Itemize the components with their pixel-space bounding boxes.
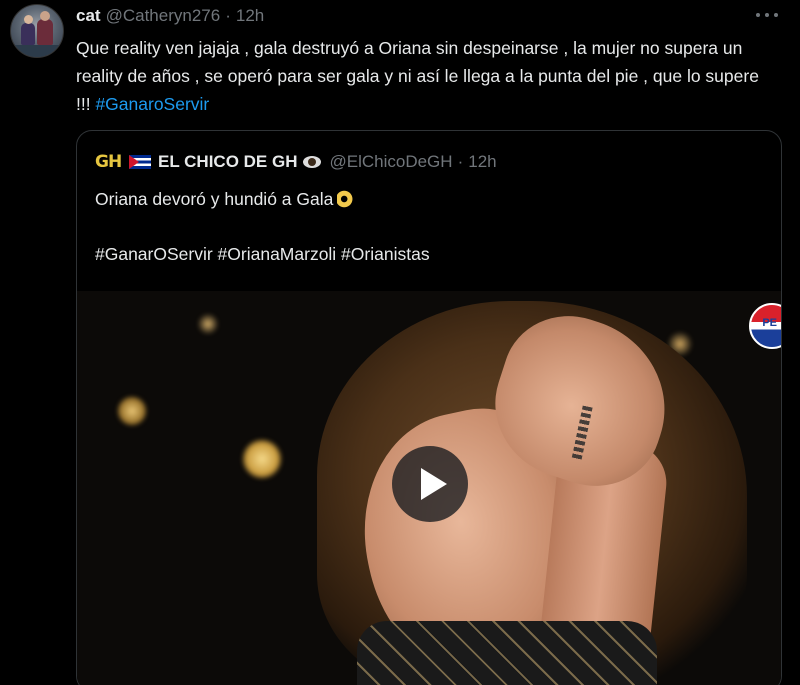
play-icon[interactable] (392, 446, 468, 522)
tweet-text: Que reality ven jajaja , gala destruyó a… (76, 34, 776, 118)
more-options-icon[interactable] (756, 6, 778, 24)
quoted-tweet-header: GH EL CHICO DE GH @ElChicoDeGH · 12h (95, 149, 497, 175)
sponsor-label: PE (762, 317, 777, 329)
quoted-tweet-text: Oriana devoró y hundió a Gala (95, 186, 356, 212)
quoted-tweet[interactable]: GH EL CHICO DE GH @ElChicoDeGH · 12h Ori… (76, 130, 782, 685)
separator-dot: · (457, 152, 464, 171)
eye-icon (303, 156, 322, 168)
quoted-author-handle[interactable]: @ElChicoDeGH (329, 152, 452, 172)
author-name[interactable]: cat (76, 6, 101, 26)
avatar[interactable] (10, 4, 64, 58)
ok-hand-icon (337, 188, 356, 208)
gh-logo-icon: GH (95, 152, 122, 172)
person-dress (357, 621, 657, 685)
bokeh-light (197, 313, 219, 335)
quoted-timestamp[interactable]: 12h (468, 152, 496, 172)
quoted-hashtags[interactable]: #GanarOServir #OrianaMarzoli #Orianistas (95, 241, 430, 267)
tweet-header: cat @Catheryn276 · 12h (76, 3, 264, 29)
tweet[interactable]: cat @Catheryn276 · 12h Que reality ven j… (0, 0, 800, 685)
separator-dot: · (225, 6, 231, 25)
timestamp[interactable]: 12h (236, 6, 264, 26)
hashtag-link[interactable]: #GanaroServir (95, 94, 209, 114)
bokeh-light (242, 439, 282, 479)
quoted-author-name[interactable]: EL CHICO DE GH (158, 152, 297, 172)
bokeh-light (117, 396, 147, 426)
quoted-body: Oriana devoró y hundió a Gala (95, 189, 334, 209)
author-handle[interactable]: @Catheryn276 (106, 6, 221, 26)
video-thumbnail[interactable]: PE (77, 291, 781, 685)
cuba-flag-icon (129, 155, 151, 169)
